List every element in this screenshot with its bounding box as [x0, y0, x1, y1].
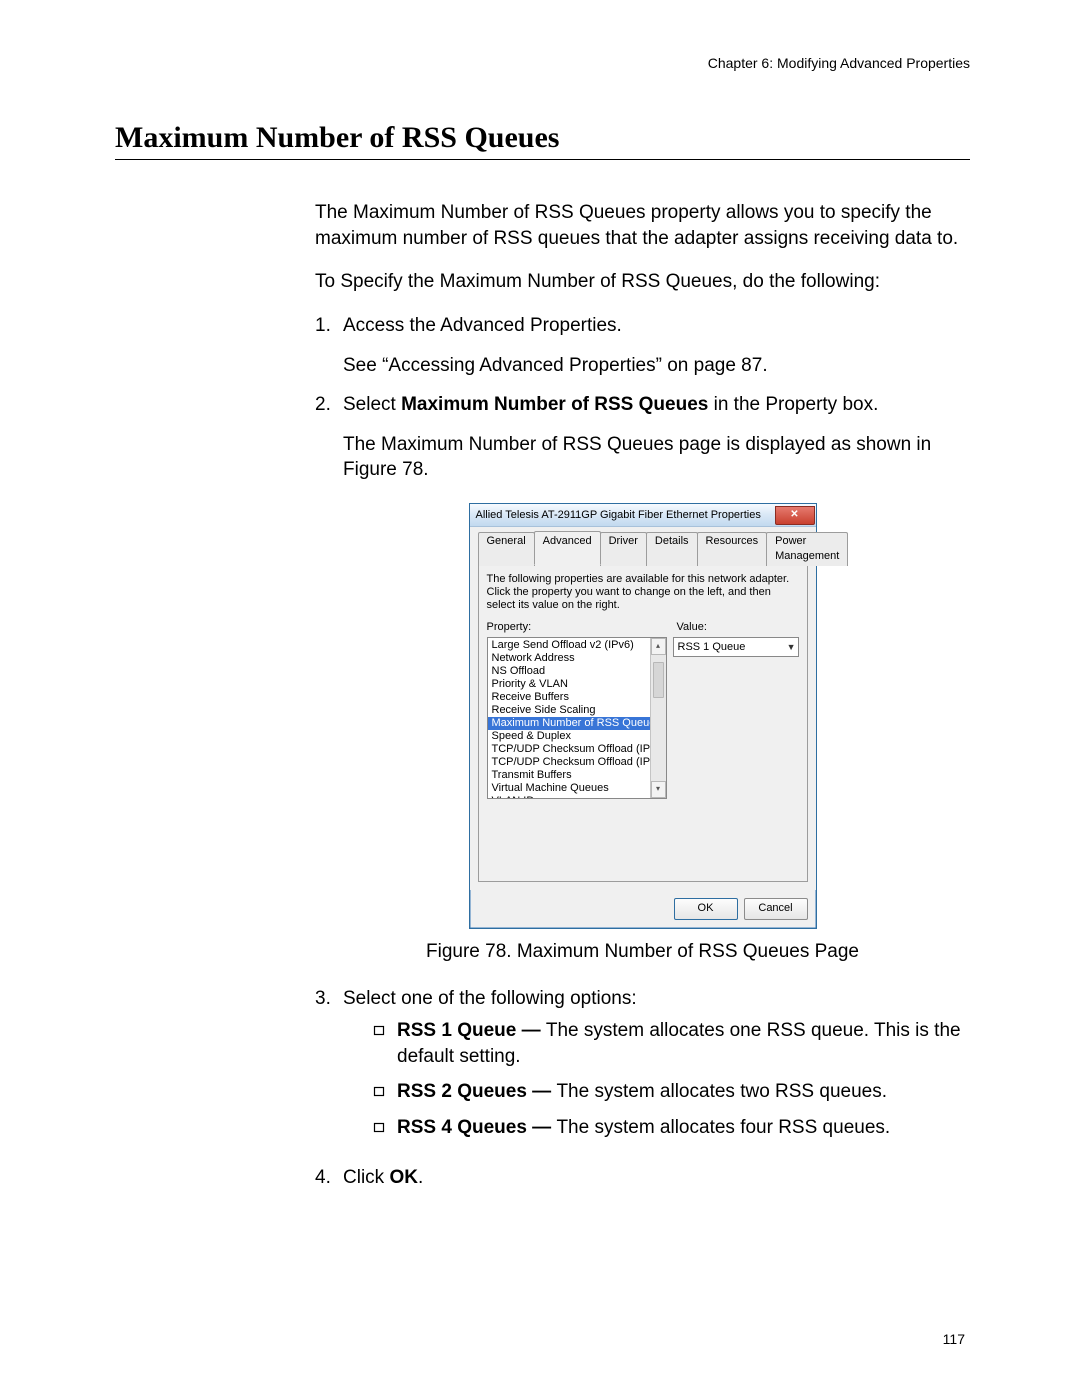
- properties-dialog: Allied Telesis AT-2911GP Gigabit Fiber E…: [469, 503, 817, 929]
- chapter-header: Chapter 6: Modifying Advanced Properties: [115, 55, 970, 71]
- option-bold: RSS 1 Queue —: [397, 1020, 546, 1041]
- intro-para-2: To Specify the Maximum Number of RSS Que…: [315, 269, 970, 295]
- list-item[interactable]: Transmit Buffers: [488, 769, 666, 782]
- value-select[interactable]: RSS 1 Queue ▼: [673, 637, 799, 657]
- step-2: 2. Select Maximum Number of RSS Queues i…: [315, 392, 970, 483]
- value-select-text: RSS 1 Queue: [678, 640, 746, 655]
- option-rss-1: RSS 1 Queue — The system allocates one R…: [373, 1018, 970, 1069]
- step-2-bold: Maximum Number of RSS Queues: [401, 394, 708, 415]
- tab-advanced-pane: The following properties are available f…: [478, 564, 808, 882]
- chevron-down-icon: ▾: [656, 784, 660, 795]
- step-1-see: See “Accessing Advanced Properties” on p…: [343, 353, 970, 379]
- intro-para-1: The Maximum Number of RSS Queues propert…: [315, 200, 970, 251]
- list-item[interactable]: TCP/UDP Checksum Offload (IPv6: [488, 756, 666, 769]
- scroll-up-button[interactable]: ▴: [651, 638, 666, 655]
- figure-caption: Figure 78. Maximum Number of RSS Queues …: [315, 939, 970, 965]
- chevron-down-icon: ▼: [787, 641, 796, 653]
- step-3-text: Select one of the following options:: [343, 988, 637, 1009]
- tab-driver[interactable]: Driver: [600, 532, 647, 566]
- option-rest: The system allocates four RSS queues.: [556, 1117, 890, 1138]
- property-label: Property:: [487, 620, 677, 635]
- scrollbar-thumb[interactable]: [653, 662, 664, 698]
- value-label: Value:: [677, 620, 707, 635]
- option-rest: The system allocates two RSS queues.: [556, 1081, 887, 1102]
- option-bold: RSS 2 Queues —: [397, 1081, 556, 1102]
- list-item[interactable]: TCP/UDP Checksum Offload (IPv4: [488, 743, 666, 756]
- bullet-icon: [373, 1018, 397, 1069]
- list-item[interactable]: Receive Side Scaling: [488, 704, 666, 717]
- tab-general[interactable]: General: [478, 532, 535, 566]
- list-item[interactable]: Virtual Machine Queues: [488, 782, 666, 795]
- tab-details[interactable]: Details: [646, 532, 698, 566]
- step-2-after: The Maximum Number of RSS Queues page is…: [343, 432, 970, 483]
- option-bold: RSS 4 Queues —: [397, 1117, 556, 1138]
- step-4-pre: Click: [343, 1167, 389, 1188]
- list-item[interactable]: Network Address: [488, 652, 666, 665]
- step-4-bold: OK: [389, 1167, 418, 1188]
- dialog-titlebar[interactable]: Allied Telesis AT-2911GP Gigabit Fiber E…: [470, 504, 816, 527]
- list-item[interactable]: Large Send Offload v2 (IPv6): [488, 639, 666, 652]
- list-item[interactable]: Speed & Duplex: [488, 730, 666, 743]
- tab-resources[interactable]: Resources: [697, 532, 768, 566]
- bullet-icon: [373, 1079, 397, 1105]
- step-2-pre: Select: [343, 394, 401, 415]
- ok-button[interactable]: OK: [674, 898, 738, 920]
- dialog-instructions: The following properties are available f…: [487, 573, 799, 613]
- step-4-post: .: [418, 1167, 423, 1188]
- step-number: 2.: [315, 392, 343, 483]
- property-listbox[interactable]: Large Send Offload v2 (IPv6) Network Add…: [487, 637, 667, 799]
- step-2-post: in the Property box.: [708, 394, 878, 415]
- step-number: 3.: [315, 986, 343, 1150]
- step-number: 1.: [315, 313, 343, 378]
- step-number: 4.: [315, 1165, 343, 1191]
- step-3: 3. Select one of the following options: …: [315, 986, 970, 1150]
- dialog-tabs: General Advanced Driver Details Resource…: [478, 531, 808, 565]
- section-title: Maximum Number of RSS Queues: [115, 121, 970, 160]
- bullet-icon: [373, 1115, 397, 1141]
- scroll-down-button[interactable]: ▾: [651, 781, 666, 798]
- cancel-button[interactable]: Cancel: [744, 898, 808, 920]
- list-item[interactable]: VLAN ID: [488, 795, 666, 799]
- list-item[interactable]: Priority & VLAN: [488, 678, 666, 691]
- tab-advanced[interactable]: Advanced: [534, 531, 601, 565]
- scrollbar[interactable]: ▴ ▾: [650, 638, 666, 798]
- step-4: 4. Click OK.: [315, 1165, 970, 1191]
- step-1: 1. Access the Advanced Properties. See “…: [315, 313, 970, 378]
- list-item-selected[interactable]: Maximum Number of RSS Queues: [488, 717, 666, 730]
- dialog-title: Allied Telesis AT-2911GP Gigabit Fiber E…: [476, 508, 761, 523]
- page-number: 117: [943, 1331, 965, 1347]
- close-icon: ✕: [790, 508, 798, 522]
- option-rss-2: RSS 2 Queues — The system allocates two …: [373, 1079, 970, 1105]
- list-item[interactable]: Receive Buffers: [488, 691, 666, 704]
- option-rss-4: RSS 4 Queues — The system allocates four…: [373, 1115, 970, 1141]
- step-1-text: Access the Advanced Properties.: [343, 315, 622, 336]
- close-button[interactable]: ✕: [775, 506, 815, 525]
- chevron-up-icon: ▴: [656, 641, 660, 652]
- list-item[interactable]: NS Offload: [488, 665, 666, 678]
- tab-power-management[interactable]: Power Management: [766, 532, 848, 566]
